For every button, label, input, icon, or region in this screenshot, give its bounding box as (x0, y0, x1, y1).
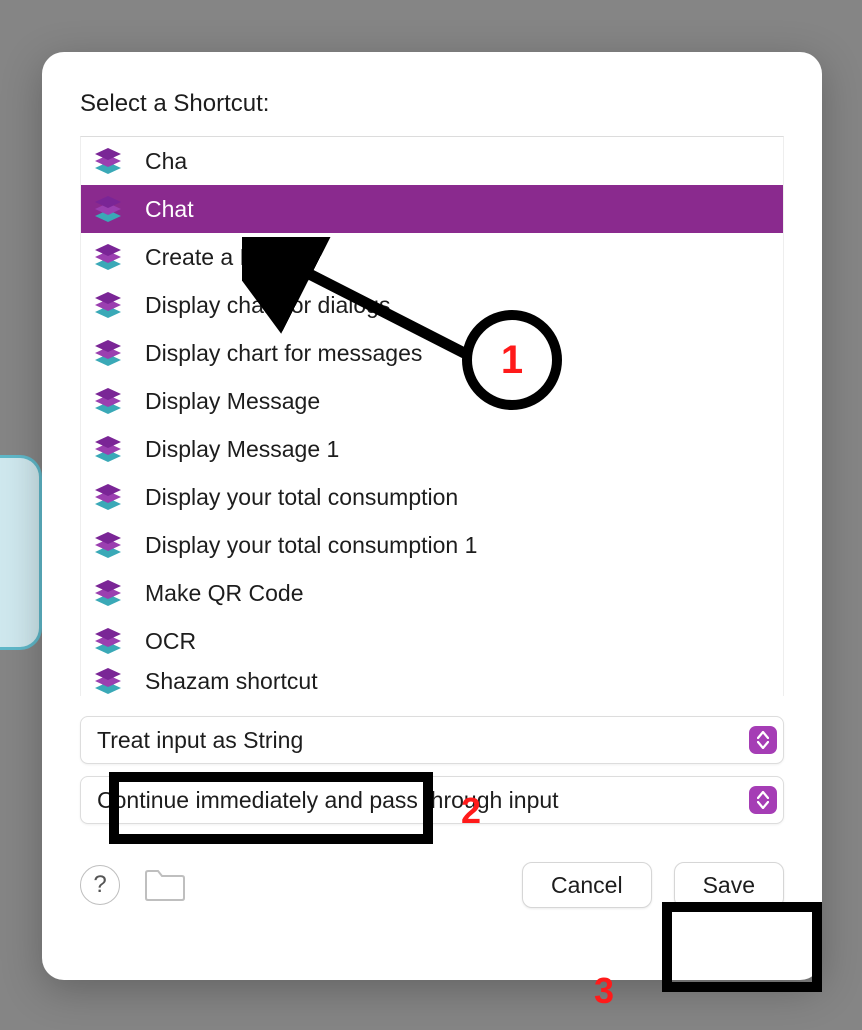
shortcut-item-label: Cha (145, 148, 187, 175)
stack-icon (89, 238, 127, 276)
stack-icon (89, 622, 127, 660)
stack-icon (89, 574, 127, 612)
stack-icon (89, 190, 127, 228)
updown-icon (749, 786, 777, 814)
shortcut-item-label: Display chart for messages (145, 340, 422, 367)
shortcut-item-label: Create a Prompt (145, 244, 314, 271)
shortcut-item-label: Display your total consumption 1 (145, 532, 477, 559)
shortcut-item-label: Shazam shortcut (145, 668, 318, 695)
input-treatment-select[interactable]: Treat input as String (80, 716, 784, 764)
annotation-box-3 (662, 902, 822, 992)
shortcut-item-label: Display chart for dialogs (145, 292, 390, 319)
updown-icon (749, 726, 777, 754)
shortcut-dialog: Select a Shortcut: Cha Chat Create a Promp… (42, 52, 822, 980)
shortcut-item-label: Chat (145, 196, 194, 223)
shortcut-item[interactable]: Chat (81, 185, 783, 233)
help-icon: ? (93, 871, 106, 899)
shortcut-item[interactable]: Cha (81, 137, 783, 185)
save-button[interactable]: Save (674, 862, 784, 908)
stack-icon (89, 430, 127, 468)
shortcut-item-label: Make QR Code (145, 580, 304, 607)
annotation-marker-3: 3 (594, 970, 614, 1012)
stack-icon (89, 382, 127, 420)
shortcut-item-label: Display Message 1 (145, 436, 339, 463)
shortcut-item[interactable]: Display your total consumption 1 (81, 521, 783, 569)
input-treatment-row: Treat input as String (80, 716, 784, 764)
shortcut-item[interactable]: Shazam shortcut (81, 665, 783, 696)
stack-icon (89, 526, 127, 564)
input-treatment-value: Treat input as String (97, 727, 303, 754)
shortcut-item[interactable]: Make QR Code (81, 569, 783, 617)
help-button[interactable]: ? (80, 865, 120, 905)
shortcut-item-label: OCR (145, 628, 196, 655)
background-tab-hint (0, 455, 42, 650)
shortcut-list[interactable]: Cha Chat Create a Prompt Display chart for … (80, 136, 784, 696)
shortcut-item[interactable]: Display chart for dialogs (81, 281, 783, 329)
shortcut-item[interactable]: Create a Prompt (81, 233, 783, 281)
continuation-row: Continue immediately and pass through in… (80, 776, 784, 824)
shortcut-item[interactable]: OCR (81, 617, 783, 665)
stack-icon (89, 142, 127, 180)
stack-icon (89, 286, 127, 324)
cancel-button[interactable]: Cancel (522, 862, 652, 908)
shortcut-item[interactable]: Display Message (81, 377, 783, 425)
shortcut-item[interactable]: Display Message 1 (81, 425, 783, 473)
stack-icon (89, 478, 127, 516)
shortcut-item-label: Display your total consumption (145, 484, 458, 511)
folder-button[interactable] (142, 866, 188, 904)
continuation-select[interactable]: Continue immediately and pass through in… (80, 776, 784, 824)
shortcut-item-label: Display Message (145, 388, 320, 415)
folder-icon (144, 868, 186, 902)
shortcut-item[interactable]: Display chart for messages (81, 329, 783, 377)
stack-icon (89, 665, 127, 696)
stack-icon (89, 334, 127, 372)
continuation-value: Continue immediately and pass through in… (97, 787, 559, 814)
dialog-bottom-row: ? Cancel Save (80, 862, 784, 908)
dialog-title: Select a Shortcut: (80, 90, 784, 118)
shortcut-item[interactable]: Display your total consumption (81, 473, 783, 521)
